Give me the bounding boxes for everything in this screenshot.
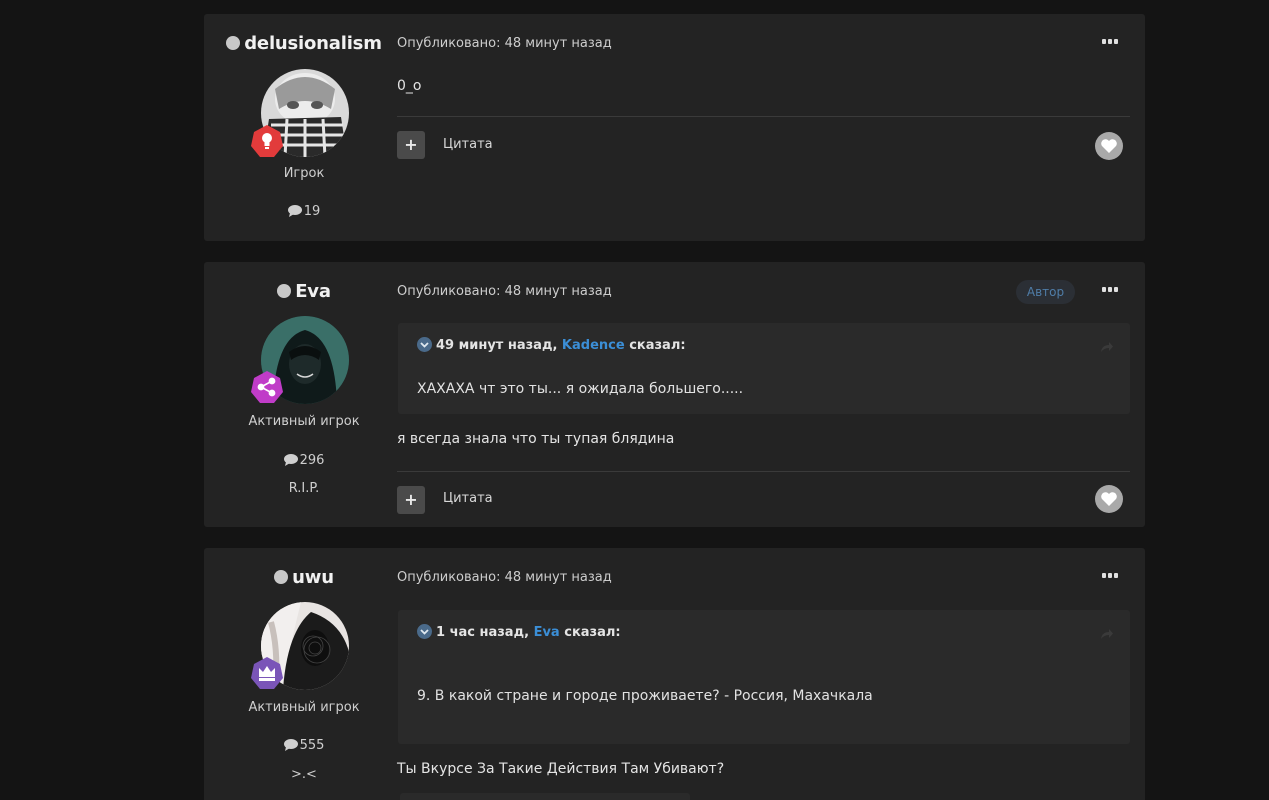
username[interactable]: Eva	[204, 281, 404, 302]
rank-badge	[250, 124, 284, 158]
author-badge: Автор	[1016, 280, 1075, 304]
multiquote-button[interactable]: +	[397, 131, 425, 159]
quote-button[interactable]: Цитата	[443, 491, 493, 506]
chevron-down-icon	[417, 624, 432, 639]
more-options-icon[interactable]	[1102, 287, 1118, 293]
username[interactable]: delusionalism	[204, 33, 404, 54]
post-content: я всегда знала что ты тупая блядина	[397, 431, 675, 447]
heart-icon	[1101, 139, 1117, 153]
offline-status-icon	[226, 36, 241, 50]
post: Eva Активный игрок 296 R.I.P. Опубликова…	[204, 262, 1145, 527]
quote-text: ХАХАХА чт это ты... я ожидала большего..…	[417, 381, 744, 397]
rank-badge	[250, 370, 284, 404]
rank-badge	[250, 656, 284, 690]
rank-title: Игрок	[283, 166, 325, 181]
offline-status-icon	[277, 284, 292, 298]
custom-title: >.<	[291, 767, 317, 782]
quote-button[interactable]: Цитата	[443, 137, 493, 152]
share-icon[interactable]	[1100, 625, 1114, 644]
embedded-block	[400, 793, 690, 800]
multiquote-button[interactable]: +	[397, 486, 425, 514]
comment-icon	[287, 205, 302, 217]
post-count: 19	[204, 204, 404, 219]
offline-status-icon	[274, 570, 289, 584]
post-count: 555	[204, 738, 404, 753]
post-date[interactable]: Опубликовано: 48 минут назад	[397, 570, 612, 585]
post-count: 296	[204, 453, 404, 468]
quote-text: 9. В какой стране и городе проживаете? -…	[417, 688, 873, 704]
quote-citation: 1 час назад, Eva сказал:	[417, 624, 621, 640]
post-date[interactable]: Опубликовано: 48 минут назад	[397, 284, 612, 299]
like-button[interactable]	[1095, 132, 1123, 160]
post: delusionalism Игрок 19 Опубликовано: 48 …	[204, 14, 1145, 241]
heart-icon	[1101, 492, 1117, 506]
divider	[397, 471, 1130, 472]
quote-citation: 49 минут назад, Kadence сказал:	[417, 337, 686, 353]
post-content: 0_o	[397, 78, 422, 94]
post: uwu Активный игрок 555 >.< Опубликовано:…	[204, 548, 1145, 800]
more-options-icon[interactable]	[1102, 573, 1118, 579]
post-content: Ты Вкурсе За Такие Действия Там Убивают?	[397, 761, 725, 777]
quote-block: 49 минут назад, Kadence сказал: ХАХАХА ч…	[398, 323, 1130, 414]
quote-block: 1 час назад, Eva сказал: 9. В какой стра…	[398, 610, 1130, 744]
chevron-down-icon	[417, 337, 432, 352]
post-date[interactable]: Опубликовано: 48 минут назад	[397, 36, 612, 51]
username[interactable]: uwu	[204, 567, 404, 588]
more-options-icon[interactable]	[1102, 39, 1118, 45]
like-button[interactable]	[1095, 485, 1123, 513]
rank-title: Активный игрок	[248, 700, 360, 715]
divider	[397, 116, 1130, 117]
custom-title: R.I.P.	[288, 481, 320, 496]
rank-title: Активный игрок	[248, 414, 360, 429]
quoted-user-link[interactable]: Eva	[534, 625, 560, 640]
quoted-user-link[interactable]: Kadence	[562, 338, 625, 353]
share-icon[interactable]	[1100, 338, 1114, 357]
comment-icon	[283, 739, 298, 751]
comment-icon	[283, 454, 298, 466]
